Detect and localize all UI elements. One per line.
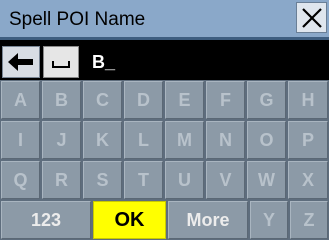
key-v[interactable]: V <box>206 161 245 199</box>
key-k[interactable]: K <box>83 121 122 159</box>
key-r[interactable]: R <box>42 161 81 199</box>
key-y[interactable]: Y <box>250 201 288 239</box>
left-arrow-icon <box>8 53 33 71</box>
entry-bar: B_ <box>0 43 329 80</box>
key-a[interactable]: A <box>1 81 40 119</box>
key-z[interactable]: Z <box>290 201 328 239</box>
keyboard: A B C D E F G H I J K L M N O P Q R S T … <box>0 80 329 240</box>
key-b[interactable]: B <box>42 81 81 119</box>
key-f[interactable]: F <box>206 81 245 119</box>
key-x[interactable]: X <box>288 161 328 199</box>
key-h[interactable]: H <box>288 81 328 119</box>
key-s[interactable]: S <box>83 161 122 199</box>
key-o[interactable]: O <box>247 121 286 159</box>
key-c[interactable]: C <box>83 81 122 119</box>
numbers-button[interactable]: 123 <box>1 201 91 239</box>
key-t[interactable]: T <box>124 161 163 199</box>
key-e[interactable]: E <box>165 81 204 119</box>
space-button[interactable] <box>43 46 79 78</box>
poi-name-input[interactable]: B_ <box>88 46 324 78</box>
key-l[interactable]: L <box>124 121 163 159</box>
key-i[interactable]: I <box>1 121 40 159</box>
page-title: Spell POI Name <box>9 9 146 30</box>
key-g[interactable]: G <box>247 81 286 119</box>
more-button[interactable]: More <box>168 201 248 239</box>
key-d[interactable]: D <box>124 81 163 119</box>
key-p[interactable]: P <box>288 121 328 159</box>
key-m[interactable]: M <box>165 121 204 159</box>
title-bar: Spell POI Name <box>0 0 329 40</box>
backspace-button[interactable] <box>2 46 40 78</box>
key-q[interactable]: Q <box>1 161 40 199</box>
key-u[interactable]: U <box>165 161 204 199</box>
close-button[interactable] <box>296 2 327 33</box>
key-j[interactable]: J <box>42 121 81 159</box>
key-n[interactable]: N <box>206 121 245 159</box>
space-icon <box>52 61 70 68</box>
close-icon <box>301 7 322 28</box>
ok-button[interactable]: OK <box>93 201 166 239</box>
key-w[interactable]: W <box>247 161 286 199</box>
